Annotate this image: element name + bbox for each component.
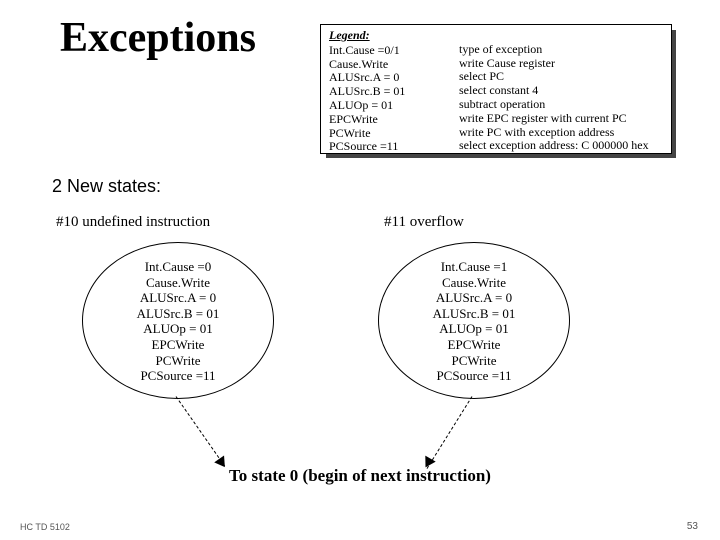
legend-right-1: write Cause register (459, 57, 663, 71)
legend-left-3: ALUSrc.B = 01 (329, 85, 459, 99)
legend-right-4: subtract operation (459, 98, 663, 112)
state-10-line-0: Int.Cause =0 (83, 259, 273, 275)
state-11-line-4: ALUOp = 01 (379, 321, 569, 337)
state-10-line-1: Cause.Write (83, 275, 273, 291)
state-11-line-2: ALUSrc.A = 0 (379, 290, 569, 306)
state-11-label: #11 overflow (384, 214, 464, 231)
legend-left-0: Int.Cause =0/1 (329, 44, 459, 58)
arrow-from-state-11 (427, 396, 473, 469)
state-11-line-1: Cause.Write (379, 275, 569, 291)
legend-right-6: write PC with exception address (459, 126, 663, 140)
footer-page-number: 53 (687, 521, 698, 532)
legend-left-4: ALUOp = 01 (329, 99, 459, 113)
legend-left-5: EPCWrite (329, 113, 459, 127)
state-11-line-3: ALUSrc.B = 01 (379, 306, 569, 322)
legend-left-1: Cause.Write (329, 58, 459, 72)
subheading-new-states: 2 New states: (52, 176, 161, 197)
legend-box: Legend: Int.Cause =0/1 Cause.Write ALUSr… (320, 24, 672, 154)
legend-left-2: ALUSrc.A = 0 (329, 71, 459, 85)
state-11-line-6: PCWrite (379, 353, 569, 369)
legend-left-7: PCSource =11 (329, 140, 459, 154)
state-10-line-3: ALUSrc.B = 01 (83, 306, 273, 322)
legend-left-6: PCWrite (329, 127, 459, 141)
state-10-line-4: ALUOp = 01 (83, 321, 273, 337)
arrow-from-state-10 (176, 396, 226, 466)
legend-right-spacer (459, 29, 663, 43)
state-10-node: Int.Cause =0 Cause.Write ALUSrc.A = 0 AL… (82, 242, 274, 399)
state-10-label: #10 undefined instruction (56, 214, 210, 231)
legend-right-7: select exception address: C 000000 hex (459, 139, 663, 153)
state-10-line-5: EPCWrite (83, 337, 273, 353)
legend-right-5: write EPC register with current PC (459, 112, 663, 126)
legend-right-0: type of exception (459, 43, 663, 57)
legend-right-3: select constant 4 (459, 84, 663, 98)
state-10-line-6: PCWrite (83, 353, 273, 369)
state-10-line-7: PCSource =11 (83, 368, 273, 384)
legend-heading: Legend: (329, 29, 459, 43)
state-11-node: Int.Cause =1 Cause.Write ALUSrc.A = 0 AL… (378, 242, 570, 399)
state-11-line-0: Int.Cause =1 (379, 259, 569, 275)
state-11-line-7: PCSource =11 (379, 368, 569, 384)
state-10-line-2: ALUSrc.A = 0 (83, 290, 273, 306)
legend-right-2: select PC (459, 70, 663, 84)
to-state-0-caption: To state 0 (begin of next instruction) (0, 466, 720, 486)
state-11-line-5: EPCWrite (379, 337, 569, 353)
page-title: Exceptions (60, 14, 256, 62)
footer-course-code: HC TD 5102 (20, 522, 70, 532)
